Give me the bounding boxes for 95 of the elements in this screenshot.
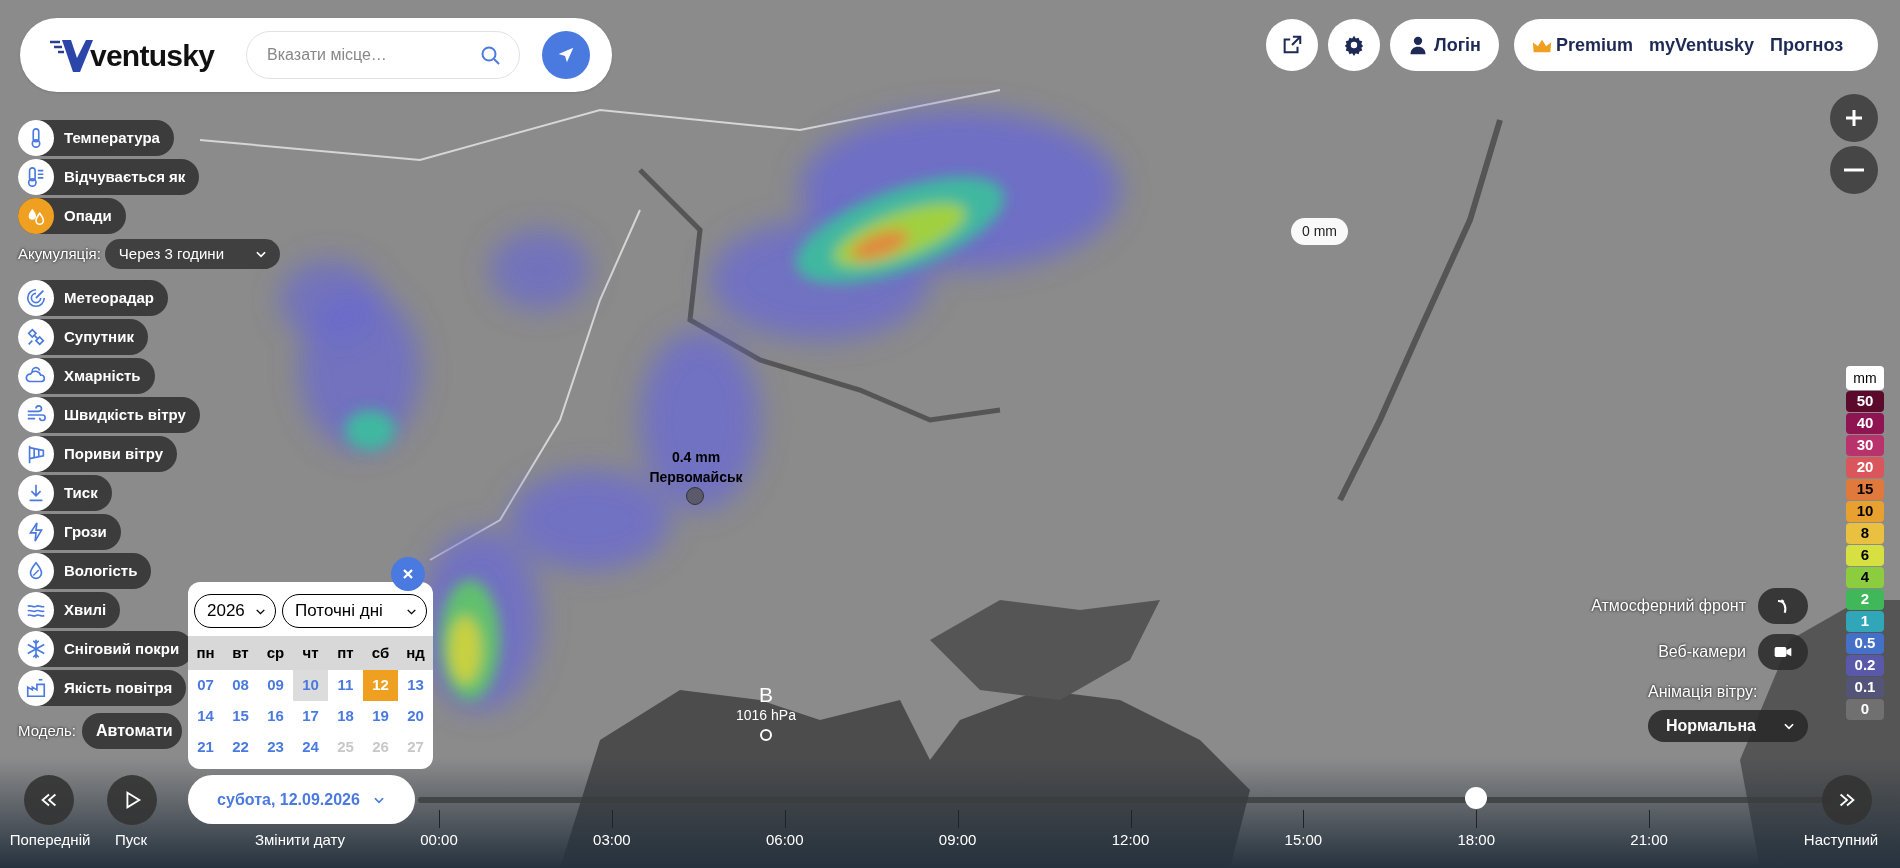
calendar-day[interactable]: 24	[293, 732, 328, 763]
layer-button[interactable]: Температура	[18, 120, 174, 156]
calendar-day[interactable]: 15	[223, 701, 258, 732]
play-label: Пуск	[114, 830, 148, 850]
location-button[interactable]	[542, 31, 591, 79]
legend-item: 20	[1846, 457, 1884, 478]
weekday-label: пн	[195, 642, 216, 663]
login-button[interactable]: Логін	[1390, 19, 1499, 71]
wind-animation-select[interactable]: Нормальна	[1648, 710, 1808, 742]
accumulation-label: Акумуляція:	[18, 243, 101, 264]
legend-unit: mm	[1846, 366, 1884, 390]
time-label: 09:00	[937, 830, 978, 850]
layer-icon	[25, 326, 47, 348]
legend-item: 0.5	[1846, 633, 1884, 654]
legend-item: 15	[1846, 479, 1884, 500]
pressure-letter: B	[758, 682, 774, 708]
premium-link[interactable]: Premium	[1532, 31, 1634, 59]
layer-icon	[25, 287, 47, 309]
legend-item: 40	[1846, 413, 1884, 434]
legend-item: 30	[1846, 435, 1884, 456]
legend-item: 6	[1846, 545, 1884, 566]
calendar-day[interactable]: 09	[258, 670, 293, 701]
time-label: 12:00	[1110, 830, 1151, 850]
legend-item: 1	[1846, 611, 1884, 632]
layer-button[interactable]: Хмарність	[18, 358, 155, 394]
legend-item: 10	[1846, 501, 1884, 522]
pressure-center-marker	[760, 729, 772, 741]
menu-link[interactable]: Прогноз	[1770, 31, 1844, 59]
legend-item: 0.2	[1846, 655, 1884, 676]
calendar-day[interactable]: 22	[223, 732, 258, 763]
minus-icon	[1844, 167, 1864, 173]
calendar-day[interactable]: 21	[188, 732, 223, 763]
time-label: 03:00	[592, 830, 632, 850]
point-name: Первомайськ	[648, 468, 744, 487]
settings-icon	[1343, 34, 1365, 56]
calendar-day[interactable]: 19	[363, 701, 398, 732]
calendar-day[interactable]: 18	[328, 701, 363, 732]
previous-label: Попередній	[9, 830, 91, 850]
legend-item: 8	[1846, 523, 1884, 544]
weekday-label: вт	[231, 642, 250, 663]
layer-button[interactable]: Супутник	[18, 319, 148, 355]
calendar-day[interactable]: 17	[293, 701, 328, 732]
legend-item: 0.1	[1846, 677, 1884, 698]
time-label: 00:00	[419, 830, 459, 850]
layer-button[interactable]: Грози	[18, 514, 121, 550]
webcams-label: Веб-камери	[1658, 642, 1746, 662]
accumulation-select[interactable]: Через 3 години	[104, 239, 280, 269]
calendar-day[interactable]: 16	[258, 701, 293, 732]
weekday-label: нд	[405, 642, 426, 663]
calendar-day[interactable]: 20	[398, 701, 433, 732]
point-value: 0.4 mm	[670, 448, 722, 467]
calendar-day[interactable]: 08	[223, 670, 258, 701]
change-date-label: Змінити дату	[254, 830, 346, 850]
calendar-day[interactable]: 23	[258, 732, 293, 763]
layer-button[interactable]: Метеорадар	[18, 280, 169, 316]
calendar-day[interactable]: 13	[398, 670, 433, 701]
user-icon	[1408, 35, 1428, 55]
search-icon[interactable]	[480, 45, 501, 65]
front-label: Атмосферний фронт	[1591, 596, 1746, 616]
time-label: 15:00	[1283, 830, 1324, 850]
menu-link[interactable]: myVentusky	[1649, 31, 1755, 59]
value-tooltip: 0 mm	[1291, 218, 1348, 245]
weekday-label: ср	[265, 642, 286, 663]
layer-button[interactable]: Вологість	[18, 553, 152, 589]
model-label: Модель:	[18, 720, 76, 741]
time-label: 21:00	[1629, 830, 1669, 850]
legend-item: 50	[1846, 391, 1884, 412]
layer-button[interactable]: Якість повітря	[18, 670, 187, 706]
logo-text: ventusky	[90, 37, 215, 74]
weekday-label: пт	[336, 642, 355, 663]
layer-button[interactable]: Пориви вітру	[18, 436, 177, 472]
search-field[interactable]: Вказати місце…	[246, 31, 521, 79]
layer-button[interactable]: Відчувається як	[18, 159, 200, 195]
external-link-icon	[1281, 34, 1303, 56]
weekday-label: сб	[370, 642, 391, 663]
pressure-value: 1016 hPa	[735, 706, 797, 725]
calendar-day[interactable]: 14	[188, 701, 223, 732]
calendar-day[interactable]: 11	[328, 670, 363, 701]
next-label: Наступний	[1803, 830, 1879, 850]
layer-button[interactable]: Опади	[18, 198, 126, 234]
layer-icon	[25, 638, 47, 660]
wind-animation-label: Анімація вітру:	[1648, 682, 1758, 702]
model-select[interactable]: Автомати	[82, 713, 182, 749]
legend-item: 2	[1846, 589, 1884, 610]
calendar-day[interactable]: 07	[188, 670, 223, 701]
time-label: 18:00	[1456, 830, 1496, 850]
legend-item: 4	[1846, 567, 1884, 588]
time-label: 06:00	[764, 830, 805, 850]
weekday-label: чт	[301, 642, 320, 663]
layer-button[interactable]: Хвилі	[18, 592, 121, 628]
layer-icon	[25, 677, 47, 699]
legend-item: 0	[1846, 699, 1884, 720]
date-button[interactable]: субота, 12.09.2026	[188, 775, 415, 824]
layer-button[interactable]: Швидкість вітру	[18, 397, 200, 433]
layer-button[interactable]: Тиск	[18, 475, 112, 511]
